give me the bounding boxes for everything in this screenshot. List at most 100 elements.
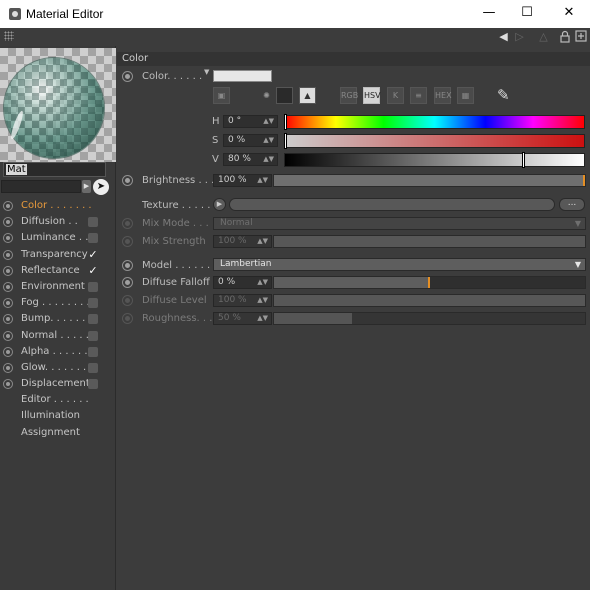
maximize-button[interactable]: ☐ [508, 0, 546, 28]
channel-item[interactable]: Normal . . . . . [0, 328, 116, 344]
diffuse-level-keyframe-radio[interactable] [122, 295, 133, 306]
channel-item[interactable]: Bump. . . . . . . [0, 311, 116, 327]
channel-item[interactable]: Displacement [0, 376, 116, 392]
channel-item[interactable]: Assignment [0, 425, 116, 441]
mix-strength-keyframe-radio[interactable] [122, 236, 133, 247]
value-gradient-slider[interactable] [284, 152, 585, 168]
channel-keyframe-radio[interactable] [3, 265, 13, 276]
channel-enable-checkbox[interactable] [88, 217, 98, 228]
channel-item[interactable]: Environment [0, 279, 116, 295]
channel-keyframe-radio[interactable] [3, 233, 13, 244]
brightness-field[interactable]: 100 % ▲▼ [213, 174, 272, 187]
channel-item[interactable]: Reflectance ✓ [0, 263, 116, 279]
hue-gradient-slider[interactable] [284, 114, 585, 130]
channel-item[interactable]: Alpha . . . . . . [0, 344, 116, 360]
channel-enable-checkbox[interactable] [88, 362, 98, 373]
diffuse-falloff-field[interactable]: 0 % ▲▼ [213, 276, 272, 289]
roughness-field[interactable]: 50 % ▲▼ [213, 312, 272, 325]
channel-item[interactable]: Color . . . . . . . [0, 198, 116, 214]
image-picker-icon[interactable]: ▲ [299, 87, 316, 104]
brightness-keyframe-radio[interactable] [122, 175, 133, 186]
channel-enable-checkbox[interactable] [88, 233, 98, 244]
channel-enable-checkbox[interactable] [88, 346, 98, 357]
kelvin-mode-button[interactable]: K [387, 87, 404, 104]
hex-mode-button[interactable]: HEX [434, 87, 452, 104]
hue-field[interactable]: 0 ° ▲▼ [223, 115, 278, 128]
channel-item[interactable]: Fog . . . . . . . . [0, 295, 116, 311]
channel-keyframe-radio[interactable] [3, 330, 13, 341]
hue-cursor[interactable] [284, 114, 287, 130]
channel-item[interactable]: Editor . . . . . . [0, 392, 116, 408]
lock-icon[interactable] [558, 30, 571, 43]
color-keyframe-radio[interactable] [122, 71, 133, 82]
brightness-marker[interactable] [583, 175, 585, 186]
mixer-mode-button[interactable]: ≡ [410, 87, 427, 104]
minimize-button[interactable]: — [470, 0, 508, 28]
texture-arrow-button[interactable]: ▶ [213, 198, 226, 211]
channel-keyframe-radio[interactable] [3, 346, 13, 357]
mix-strength-field[interactable]: 100 % ▲▼ [213, 235, 272, 248]
swatches-mode-button[interactable]: ▦ [457, 87, 474, 104]
channel-keyframe-radio[interactable] [3, 298, 13, 309]
diffuse-level-slider[interactable] [273, 294, 586, 307]
hsv-mode-button[interactable]: HSV [363, 87, 381, 104]
mix-strength-slider[interactable] [273, 235, 586, 248]
channel-item[interactable]: Luminance . . [0, 230, 116, 246]
channel-keyframe-radio[interactable] [3, 281, 13, 292]
channel-enable-checkbox[interactable] [88, 314, 98, 325]
pointer-icon[interactable]: ➤ [93, 179, 109, 195]
expand-arrow-button[interactable]: ▶ [82, 180, 91, 193]
model-keyframe-radio[interactable] [122, 260, 133, 271]
texture-browse-button[interactable]: ... [559, 198, 585, 211]
channel-enable-checkbox[interactable]: ✓ [88, 265, 98, 276]
eyedropper-icon[interactable]: ✎ [497, 86, 510, 104]
channel-keyframe-radio[interactable] [3, 379, 13, 390]
channel-enable-checkbox[interactable]: ✓ [88, 249, 98, 260]
channel-enable-checkbox[interactable] [88, 298, 98, 309]
up-arrow-icon[interactable]: △ [537, 30, 550, 43]
material-name-field[interactable]: Mat [3, 162, 106, 177]
roughness-keyframe-radio[interactable] [122, 313, 133, 324]
channel-keyframe-radio[interactable] [3, 201, 13, 211]
grip-icon[interactable] [4, 31, 14, 41]
channel-item[interactable]: Transparency ✓ [0, 247, 116, 263]
color-swatch[interactable] [213, 70, 272, 82]
rgb-mode-button[interactable]: RGB [340, 87, 358, 104]
diffuse-falloff-slider[interactable] [273, 276, 586, 289]
back-arrow-icon[interactable]: ◀ [497, 30, 510, 43]
diffuse-falloff-marker[interactable] [427, 277, 430, 288]
channel-enable-checkbox[interactable] [88, 281, 98, 292]
channel-filter-field[interactable] [1, 180, 81, 193]
mix-mode-dropdown[interactable]: Normal ▼ [213, 217, 586, 230]
channel-enable-checkbox[interactable] [88, 379, 98, 390]
channel-label: Luminance . . [21, 232, 89, 244]
value-cursor[interactable] [522, 152, 526, 168]
mix-mode-keyframe-radio[interactable] [122, 218, 133, 229]
model-dropdown[interactable]: Lambertian ▼ [213, 258, 586, 271]
color-dropdown-caret-icon[interactable]: ▼ [204, 68, 209, 76]
roughness-slider[interactable] [273, 312, 586, 325]
forward-arrow-icon[interactable]: ▷ [513, 30, 526, 43]
texture-field[interactable] [229, 198, 555, 211]
color-wheel-icon[interactable]: ✺ [258, 87, 275, 104]
channel-keyframe-radio[interactable] [3, 314, 13, 325]
channel-keyframe-radio[interactable] [3, 217, 13, 228]
brightness-slider[interactable] [273, 174, 586, 187]
saturation-field[interactable]: 0 % ▲▼ [223, 134, 278, 147]
color-wheel-small-icon[interactable]: ▣ [213, 87, 230, 104]
channel-keyframe-radio[interactable] [3, 249, 13, 260]
channel-item[interactable]: Diffusion . . [0, 214, 116, 230]
diffuse-falloff-keyframe-radio[interactable] [122, 277, 133, 288]
saturation-gradient-slider[interactable] [284, 133, 585, 149]
channel-item[interactable]: Glow. . . . . . . [0, 360, 116, 376]
saturation-cursor[interactable] [284, 133, 287, 149]
channel-keyframe-radio[interactable] [3, 362, 13, 373]
new-window-icon[interactable] [574, 30, 587, 43]
channel-item[interactable]: Illumination [0, 408, 116, 424]
spectrum-icon[interactable] [276, 87, 293, 104]
material-preview[interactable] [0, 48, 116, 162]
value-field[interactable]: 80 % ▲▼ [223, 153, 278, 166]
close-button[interactable]: ✕ [550, 0, 588, 28]
diffuse-level-field[interactable]: 100 % ▲▼ [213, 294, 272, 307]
channel-enable-checkbox[interactable] [88, 330, 98, 341]
